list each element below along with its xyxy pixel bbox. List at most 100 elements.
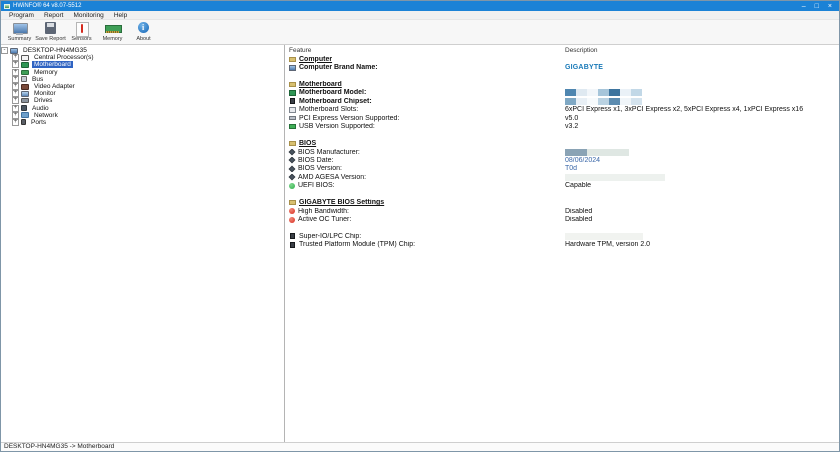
feature-row-bios-date[interactable]: BIOS Date: 08/06/2024 — [285, 156, 839, 164]
censor-square — [576, 89, 587, 96]
about-button[interactable]: About — [128, 21, 159, 42]
feature-row-bios-version[interactable]: BIOS Version:T0d — [285, 165, 839, 173]
tree-item-label: Monitor — [32, 90, 58, 97]
expand-icon[interactable]: + — [12, 61, 19, 68]
hwinfo-window: HWiNFO® 64 v8.07-5512 – □ × ProgramRepor… — [0, 0, 840, 452]
section-row-motherboard[interactable]: Motherboard — [285, 80, 839, 88]
save-report-button[interactable]: Save Report — [35, 21, 66, 42]
feature-row-active-oc-tuner[interactable]: Active OC Tuner:Disabled — [285, 215, 839, 223]
feature-row-amd-agesa-version[interactable]: AMD AGESA Version: — [285, 173, 839, 181]
tree-item-bus[interactable]: +Bus — [1, 76, 284, 83]
minimize-button[interactable]: – — [802, 2, 806, 11]
feature-row-motherboard-slots[interactable]: Motherboard Slots:6xPCI Express x1, 3xPC… — [285, 106, 839, 114]
feature-row-high-bandwidth[interactable]: High Bandwidth:Disabled — [285, 207, 839, 215]
tree-item-label: Audio — [30, 105, 51, 112]
app-icon — [4, 4, 10, 9]
censor-square — [631, 98, 642, 105]
expand-icon[interactable]: + — [12, 119, 19, 126]
expand-icon[interactable]: + — [12, 76, 19, 83]
feature-label: USB Version Supported: — [299, 123, 375, 130]
feature-row-motherboard-chipset[interactable]: Motherboard Chipset: — [285, 97, 839, 105]
computer-icon — [289, 65, 296, 71]
close-button[interactable]: × — [828, 2, 832, 11]
drive-icon — [21, 98, 29, 103]
computer-root-icon — [10, 48, 18, 54]
tree-item-motherboard[interactable]: +Motherboard — [1, 61, 284, 68]
expand-icon[interactable]: + — [12, 69, 19, 76]
tree-item-monitor[interactable]: + Monitor — [1, 90, 284, 97]
description-cell: v5.0 — [565, 115, 839, 122]
status-bar: DESKTOP-HN4MG35 -> Motherboard — [1, 442, 839, 451]
about-info-icon — [136, 22, 151, 35]
feature-cell: Motherboard Model: — [285, 89, 565, 96]
expand-icon[interactable]: + — [12, 90, 19, 97]
censor-block — [565, 149, 587, 156]
description-cell — [565, 233, 839, 240]
cpu-icon — [21, 55, 29, 61]
feature-row-computer-brand-name[interactable]: Computer Brand Name:GIGABYTE — [285, 63, 839, 71]
expand-icon[interactable]: + — [12, 97, 19, 104]
feature-cell: BIOS Date: — [285, 157, 565, 164]
sensors-button[interactable]: Sensors — [66, 21, 97, 42]
window-controls: – □ × — [802, 2, 832, 11]
censored-value — [565, 149, 629, 156]
menu-help[interactable]: Help — [109, 11, 132, 20]
chip-icon — [290, 242, 295, 248]
feature-label: BIOS Date: — [298, 157, 333, 164]
no-icon — [289, 208, 295, 214]
expand-icon[interactable]: + — [12, 112, 19, 119]
feature-label: Super-IO/LPC Chip: — [299, 233, 361, 240]
detail-rows: ComputerComputer Brand Name:GIGABYTE Moth… — [285, 55, 839, 249]
menu-monitoring[interactable]: Monitoring — [68, 11, 108, 20]
memory-button[interactable]: Memory — [97, 21, 128, 42]
feature-row-usb-version-supported[interactable]: USB Version Supported:v3.2 — [285, 123, 839, 131]
feature-label: Computer — [299, 56, 332, 63]
feature-row-super-io-lpc-chip[interactable]: Super-IO/LPC Chip: — [285, 232, 839, 240]
feature-cell: High Bandwidth: — [285, 208, 565, 215]
tree-item-desktop-hn4mg35[interactable]: -DESKTOP-HN4MG35 — [1, 47, 284, 54]
feature-row-bios-manufacturer[interactable]: BIOS Manufacturer: — [285, 148, 839, 156]
feature-label: BIOS — [299, 140, 316, 147]
censor-square — [609, 89, 620, 96]
feature-cell: Computer Brand Name: — [285, 64, 565, 71]
chip-icon — [290, 98, 295, 104]
tree-item-ports[interactable]: +Ports — [1, 119, 284, 126]
feature-row-trusted-platform-module-tpm-chip[interactable]: Trusted Platform Module (TPM) Chip:Hardw… — [285, 241, 839, 249]
summary-monitor-icon — [12, 22, 27, 35]
summary-button[interactable]: Summary — [4, 21, 35, 42]
description-column-header: Description — [565, 47, 598, 54]
description-cell: GIGABYTE — [565, 64, 839, 71]
censored-value — [565, 233, 643, 240]
collapse-icon[interactable]: - — [1, 47, 8, 54]
maximize-button[interactable]: □ — [815, 2, 819, 11]
tree-item-central-processor-s[interactable]: +Central Processor(s) — [1, 54, 284, 61]
description-cell: 6xPCI Express x1, 3xPCI Express x2, 5xPC… — [565, 106, 839, 113]
feature-row-pci-express-version-supported[interactable]: PCI Express Version Supported:v5.0 — [285, 114, 839, 122]
folder-icon — [289, 57, 296, 62]
section-row-computer[interactable]: Computer — [285, 55, 839, 63]
menu-report[interactable]: Report — [39, 11, 69, 20]
tree-item-audio[interactable]: + Audio — [1, 105, 284, 112]
tree-item-memory[interactable]: +Memory — [1, 69, 284, 76]
description-value: Capable — [565, 182, 591, 189]
censor-square — [609, 98, 620, 105]
expand-icon[interactable]: + — [12, 54, 19, 61]
tree-item-network[interactable]: +Network — [1, 112, 284, 119]
content-area: -DESKTOP-HN4MG35+Central Processor(s)+Mo… — [1, 45, 839, 442]
section-row-bios[interactable]: BIOS — [285, 139, 839, 147]
tree-item-video-adapter[interactable]: +Video Adapter — [1, 83, 284, 90]
section-row-gigabyte-bios-settings[interactable]: GIGABYTE BIOS Settings — [285, 198, 839, 206]
expand-icon[interactable]: + — [12, 83, 19, 90]
feature-label: Trusted Platform Module (TPM) Chip: — [299, 241, 415, 248]
feature-row-uefi-bios[interactable]: UEFI BIOS:Capable — [285, 182, 839, 190]
tree-item-drives[interactable]: + Drives — [1, 97, 284, 104]
feature-row-motherboard-model[interactable]: Motherboard Model: — [285, 89, 839, 97]
description-value: Disabled — [565, 216, 592, 223]
feature-label: BIOS Manufacturer: — [298, 149, 360, 156]
tree-item-label: Drives — [32, 97, 54, 104]
menu-program[interactable]: Program — [4, 11, 39, 20]
censor-block — [565, 174, 665, 181]
description-value: GIGABYTE — [565, 64, 603, 71]
description-value: 08/06/2024 — [565, 157, 600, 164]
expand-icon[interactable]: + — [12, 105, 19, 112]
